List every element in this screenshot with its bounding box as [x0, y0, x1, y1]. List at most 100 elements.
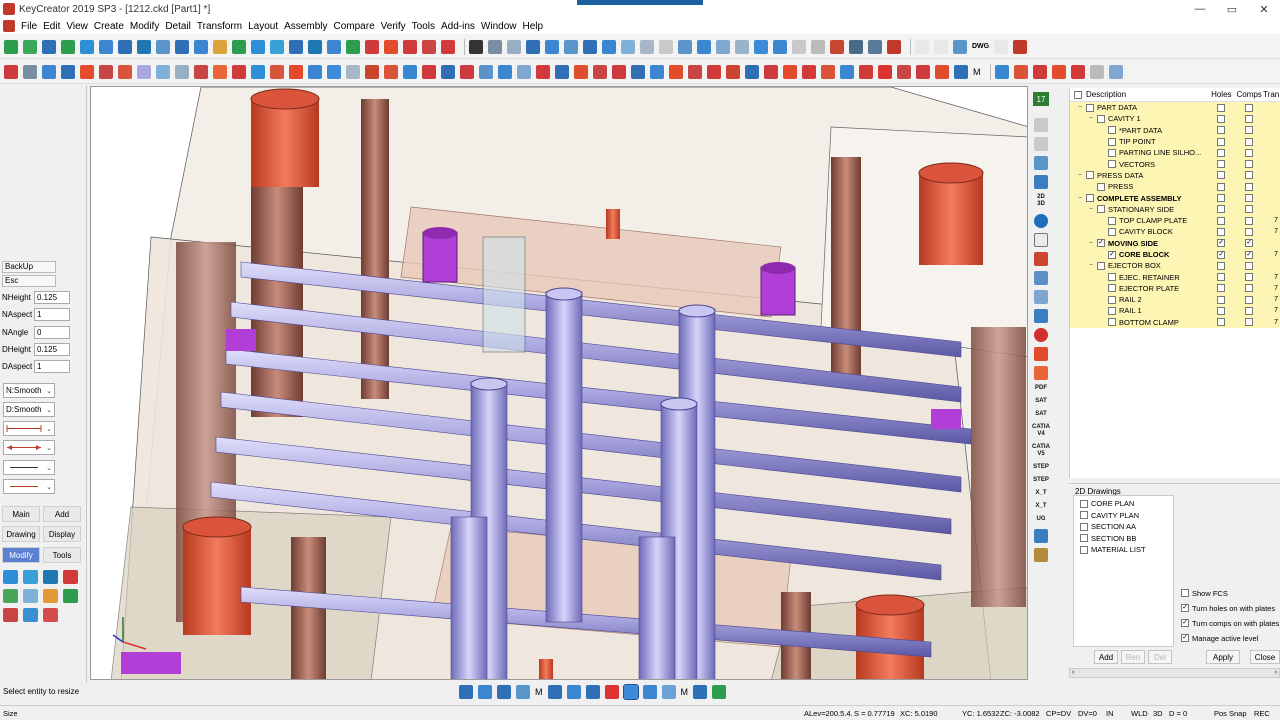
drawing-item[interactable]: MATERIAL LIST [1074, 544, 1173, 556]
show-fcs-checkbox[interactable] [1181, 589, 1189, 597]
holes-header[interactable]: Holes [1207, 90, 1235, 99]
tree-row-checkbox[interactable] [1108, 295, 1116, 304]
holes-checkbox[interactable] [1217, 194, 1226, 203]
holes-checkbox[interactable] [1217, 160, 1226, 169]
toolbar-tool-icon[interactable] [156, 39, 170, 54]
render-icon[interactable] [1034, 271, 1048, 285]
tree-row-checkbox[interactable] [1086, 103, 1094, 112]
import-x-t[interactable]: X_T [1035, 503, 1046, 510]
solid-tool-icon[interactable] [821, 64, 835, 79]
toolbar-tool-icon[interactable] [327, 39, 341, 54]
tree-row[interactable]: TIP POINT [1070, 135, 1280, 148]
filter-icon[interactable] [566, 685, 581, 699]
solid-tool-icon[interactable] [1089, 64, 1104, 79]
modify-tool-icon[interactable] [3, 608, 18, 622]
backup-button[interactable]: BackUp [2, 261, 56, 273]
view-tool-icon[interactable] [526, 39, 540, 54]
tree-row[interactable]: *PART DATA [1070, 124, 1280, 136]
solid-tool-icon[interactable] [460, 64, 474, 79]
status-rec[interactable]: REC [1254, 709, 1270, 718]
collapse-icon[interactable]: − [1087, 206, 1095, 213]
comps-checkbox[interactable] [1245, 306, 1254, 315]
solid-tool-icon[interactable] [137, 64, 151, 79]
collapse-icon[interactable]: − [1087, 262, 1095, 269]
solid-tool-icon[interactable] [441, 64, 455, 79]
collapse-icon[interactable]: − [1076, 104, 1084, 111]
tree-row-checkbox[interactable] [1108, 216, 1116, 225]
comps-checkbox[interactable] [1245, 171, 1254, 180]
status-cp-dv[interactable]: CP=DV [1046, 709, 1071, 718]
solid-tool-icon[interactable] [650, 64, 664, 79]
select-all-checkbox[interactable] [1074, 90, 1082, 99]
import-step[interactable]: STEP [1033, 477, 1049, 484]
solid-tool-icon[interactable] [479, 64, 493, 79]
export-icon[interactable] [1034, 347, 1048, 361]
view-tool-icon[interactable] [621, 39, 635, 54]
toolbar-tool-icon[interactable] [270, 39, 284, 54]
tree-row[interactable]: EJEC. RETAINER 7 [1070, 271, 1280, 283]
holes-checkbox[interactable] [1217, 148, 1226, 157]
turn-holes-option[interactable]: ✓ Turn holes on with plates [1181, 602, 1275, 614]
comps-checkbox[interactable] [1245, 295, 1254, 304]
export-catia-v5[interactable]: CATIA V5 [1032, 444, 1050, 458]
solid-tool-icon[interactable] [232, 64, 246, 79]
modify-tool-icon[interactable] [63, 589, 78, 603]
toolbar-tool-icon[interactable] [441, 39, 455, 54]
menu-assembly[interactable]: Assembly [281, 21, 330, 32]
comps-checkbox[interactable] [1245, 216, 1254, 225]
dim-smooth-select[interactable]: D:Smooth ⌄ [3, 402, 55, 417]
holes-checkbox[interactable] [1217, 205, 1226, 214]
tree-row[interactable]: − COMPLETE ASSEMBLY [1070, 192, 1280, 204]
tree-row-checkbox[interactable]: ✓ [1108, 250, 1116, 259]
drawing-button[interactable]: Drawing [2, 526, 40, 542]
scroll-left-icon[interactable]: ‹ [1072, 669, 1074, 676]
naspect-input[interactable] [34, 308, 70, 321]
solid-tool-icon[interactable] [935, 64, 949, 79]
view-tool-icon[interactable] [507, 39, 521, 54]
tree-row-checkbox[interactable] [1086, 171, 1094, 180]
modify-tool-icon[interactable] [3, 570, 18, 584]
holes-checkbox[interactable] [1217, 103, 1226, 112]
tran-header[interactable]: Tran [1263, 90, 1280, 99]
globe-icon[interactable] [1034, 214, 1048, 228]
toolbar-tool-icon[interactable] [365, 39, 379, 54]
solid-tool-icon[interactable] [327, 64, 341, 79]
comps-checkbox[interactable] [1245, 103, 1254, 112]
view-tool-icon[interactable] [488, 39, 502, 54]
solid-tool-icon[interactable] [517, 64, 531, 79]
view-tool-icon[interactable] [659, 39, 673, 54]
comps-checkbox[interactable] [1245, 318, 1254, 327]
export-ug[interactable]: UG [1037, 516, 1046, 523]
grid-icon[interactable] [915, 39, 929, 54]
solid-tool-icon[interactable] [669, 64, 683, 79]
status-pos-snap[interactable]: Pos Snap [1214, 709, 1247, 718]
arrow-style-select[interactable]: ⌄ [3, 421, 55, 436]
menu-create[interactable]: Create [91, 21, 127, 32]
holes-checkbox[interactable] [1217, 216, 1226, 225]
solid-tool-icon[interactable] [593, 64, 607, 79]
tree-row[interactable]: PRESS [1070, 181, 1280, 193]
modify-button[interactable]: Modify [2, 547, 40, 563]
note-smooth-select[interactable]: N:Smooth ⌄ [3, 383, 55, 398]
solid-tool-icon[interactable] [536, 64, 550, 79]
view-tool-icon[interactable] [564, 39, 578, 54]
status-d[interactable]: D = 0 [1169, 709, 1187, 718]
holes-checkbox[interactable] [1217, 182, 1226, 191]
export-icon[interactable] [1034, 529, 1048, 543]
holes-checkbox[interactable] [1217, 273, 1226, 282]
view-tool-icon[interactable] [716, 39, 730, 54]
tree-row[interactable]: BOTTOM CLAMP 7 [1070, 316, 1280, 328]
menu-edit[interactable]: Edit [40, 21, 63, 32]
tree-row[interactable]: CAVITY BLOCK 7 [1070, 226, 1280, 238]
no-entry-icon[interactable] [1034, 328, 1048, 342]
solid-tool-icon[interactable] [384, 64, 398, 79]
menu-file[interactable]: File [18, 21, 40, 32]
view-tool-icon[interactable] [545, 39, 559, 54]
holes-checkbox[interactable] [1217, 227, 1226, 236]
comps-checkbox[interactable] [1245, 126, 1254, 135]
2d-3d-toggle[interactable]: 2D 3D [1037, 194, 1045, 208]
drawing-item[interactable]: CAVITY PLAN [1074, 510, 1173, 522]
solid-tool-icon[interactable] [783, 64, 797, 79]
active-layer-badge[interactable]: 17 [1033, 92, 1049, 106]
solid-tool-icon[interactable] [688, 64, 702, 79]
